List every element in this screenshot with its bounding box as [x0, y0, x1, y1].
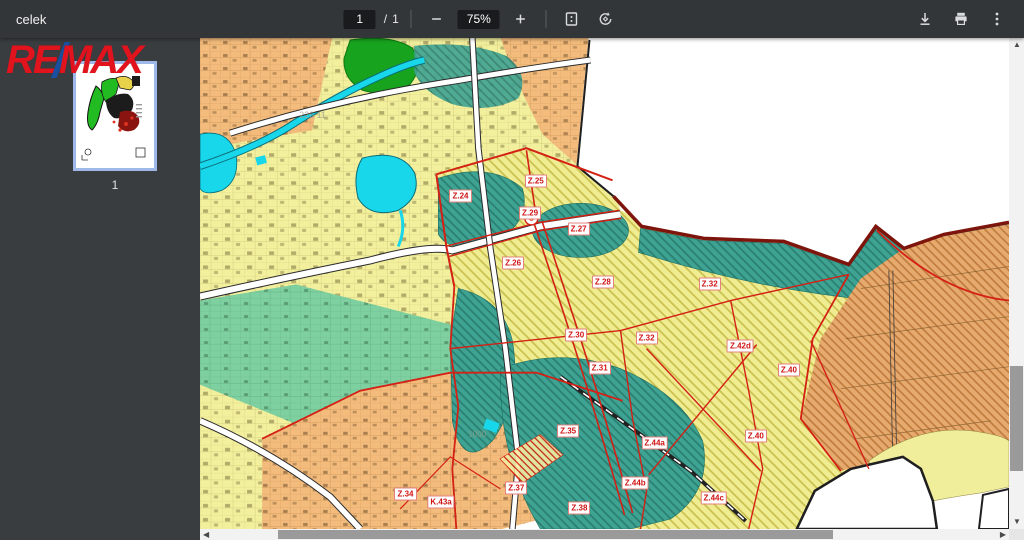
horizontal-scrollbar-thumb[interactable] [278, 530, 833, 539]
vertical-scrollbar[interactable]: ▲ ▼ [1009, 38, 1024, 529]
toolbar-divider [546, 10, 547, 28]
map-sheet-label-2: 1000 [468, 430, 486, 439]
scroll-up-arrow[interactable]: ▲ [1013, 41, 1021, 49]
toolbar-right-controls [912, 6, 1024, 32]
pdf-page-view[interactable]: 226 11 1000 Z.24Z.25Z.29Z.27Z.26Z.28Z.32… [200, 38, 1009, 529]
zoom-level-display: 75% [458, 10, 500, 29]
remax-logo-re: RE [6, 38, 58, 82]
fit-page-icon [564, 11, 580, 27]
scroll-down-arrow[interactable]: ▼ [1013, 518, 1021, 526]
scrollbar-corner [1009, 529, 1024, 540]
page-count: / 1 [384, 12, 399, 26]
map-sheet-label: 226 11 [299, 110, 326, 120]
remax-logo: RE/MAX [6, 40, 142, 82]
horizontal-scrollbar[interactable]: ◀ ▶ [200, 529, 1009, 540]
download-icon [917, 11, 933, 27]
print-icon [953, 11, 969, 27]
more-vertical-icon [989, 11, 1005, 27]
minus-icon [430, 12, 444, 26]
page-separator: / [384, 12, 387, 26]
document-title: celek [0, 12, 46, 27]
fit-to-page-button[interactable] [559, 6, 585, 32]
thumbnail-page-number: 1 [76, 178, 154, 192]
thumbnail-sidebar: 1 [0, 38, 200, 540]
vertical-scrollbar-thumb[interactable] [1010, 366, 1023, 471]
download-button[interactable] [912, 6, 938, 32]
remax-logo-max: MAX [59, 38, 142, 82]
zoning-map: 226 11 1000 [200, 38, 1009, 529]
rotate-icon [598, 11, 614, 27]
more-options-button[interactable] [984, 6, 1010, 32]
zoom-out-button[interactable] [424, 6, 450, 32]
rotate-button[interactable] [593, 6, 619, 32]
page-number-input[interactable]: 1 [344, 10, 376, 29]
print-button[interactable] [948, 6, 974, 32]
scroll-right-arrow[interactable]: ▶ [1000, 531, 1006, 539]
pdf-toolbar: celek 1 / 1 75% [0, 0, 1024, 38]
zoom-in-button[interactable] [508, 6, 534, 32]
page-total-value: 1 [392, 12, 399, 26]
scroll-left-arrow[interactable]: ◀ [203, 531, 209, 539]
toolbar-center-controls: 1 / 1 75% [344, 0, 619, 38]
plus-icon [514, 12, 528, 26]
toolbar-divider [411, 10, 412, 28]
